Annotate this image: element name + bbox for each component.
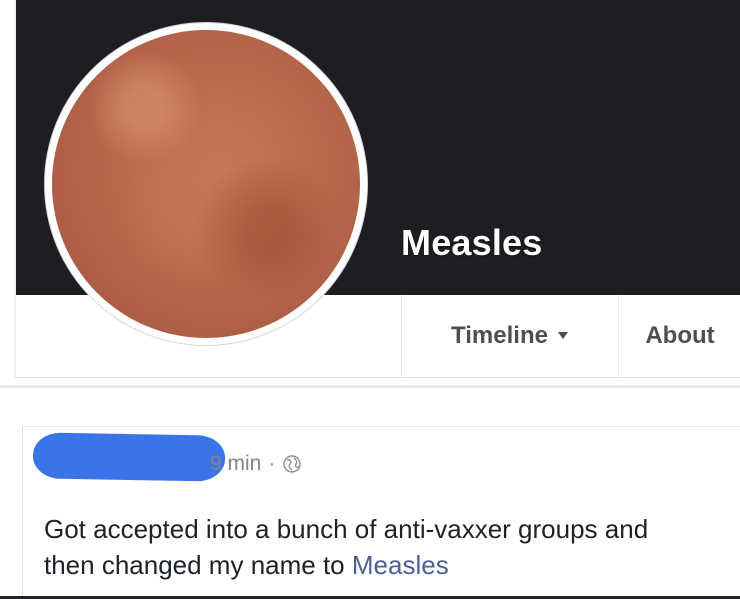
profile-tabs: Timeline About — [401, 295, 740, 377]
section-separator — [0, 385, 740, 388]
post-text-body: Got accepted into a bunch of anti-vaxxer… — [44, 514, 649, 580]
tab-timeline-label: Timeline — [451, 322, 548, 349]
profile-picture-image — [52, 30, 360, 338]
tab-timeline[interactable]: Timeline — [401, 295, 619, 377]
tab-about-label: About — [645, 322, 715, 349]
meta-separator: · — [268, 452, 276, 475]
mentioned-profile-link[interactable]: Measles — [352, 550, 449, 580]
globe-icon[interactable] — [282, 454, 302, 474]
chevron-down-icon — [557, 331, 568, 339]
post: 9 min · Got accepted into a bunch of ant… — [22, 426, 740, 599]
tab-about[interactable]: About — [619, 295, 740, 377]
post-meta: 9 min · — [210, 452, 302, 476]
post-time[interactable]: 9 min — [210, 452, 261, 476]
profile-picture[interactable] — [45, 23, 367, 345]
post-text: Got accepted into a bunch of anti-vaxxer… — [44, 511, 704, 583]
redacted-author-name — [32, 432, 226, 482]
profile-name[interactable]: Measles — [401, 222, 543, 264]
